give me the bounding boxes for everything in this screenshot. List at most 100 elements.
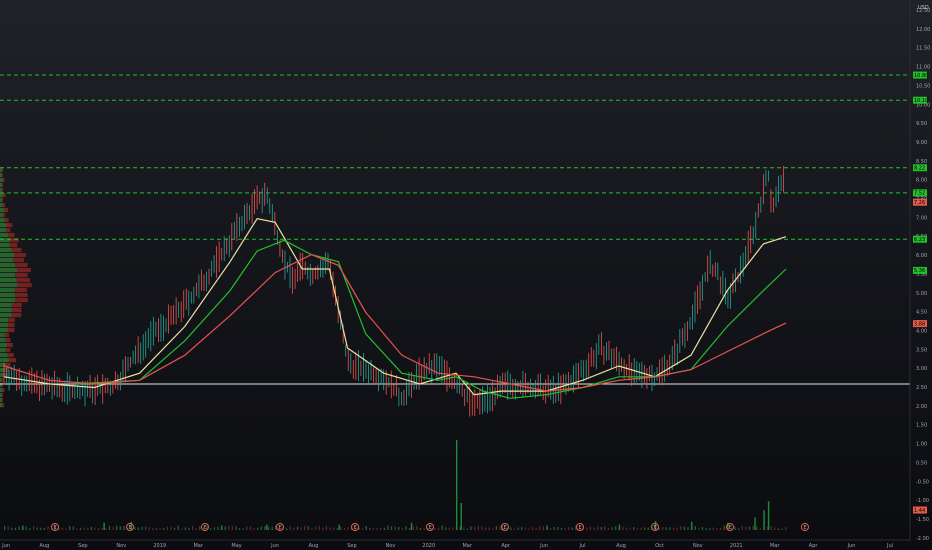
volume-bar (79, 527, 82, 530)
volume-bar (289, 526, 291, 530)
volume-bar (597, 526, 599, 530)
volume-profile-bar (9, 243, 18, 248)
volume-bar (510, 527, 512, 530)
volume-bar (199, 526, 201, 530)
volume-spike (691, 521, 693, 530)
currency-label: USD (918, 5, 929, 11)
volume-profile-bar (0, 313, 12, 318)
volume-bar (774, 527, 776, 530)
volume-bar (296, 526, 299, 530)
x-tick-label: Jun (539, 543, 548, 549)
x-tick-label: Jun (847, 543, 856, 549)
volume-bar (217, 526, 219, 530)
volume-profile-bar (15, 273, 28, 278)
volume-profile-bar (13, 258, 24, 263)
volume-bar (14, 527, 17, 530)
price-tag-text: 5.36 (914, 268, 925, 274)
x-tick-label: Sep (347, 543, 356, 549)
volume-profile-bar (0, 343, 8, 348)
volume-bar (752, 525, 754, 530)
volume-bar (116, 525, 118, 530)
volume-profile-bar (0, 198, 2, 203)
volume-bar (304, 526, 306, 530)
volume-bar (484, 527, 487, 530)
earnings-marker-label: E (354, 525, 357, 531)
y-tick-label: -0.50 (916, 479, 929, 485)
volume-profile-bar (8, 358, 17, 363)
earnings-marker-label: E (579, 525, 582, 531)
volume-bar (264, 526, 266, 530)
volume-bar (336, 528, 338, 530)
volume-bar (170, 526, 172, 530)
x-tick-label: Apr (809, 543, 819, 549)
volume-bar (622, 526, 624, 530)
volume-bar (531, 526, 534, 530)
earnings-marker-label: E (129, 525, 132, 531)
moving-average-line (76, 239, 787, 399)
volume-profile-bar (2, 403, 5, 408)
volume-profile-bar (0, 213, 3, 218)
volume-bar (528, 528, 530, 530)
volume-bar (701, 526, 704, 530)
volume-bar (300, 527, 302, 530)
chart-root: 12.50 12.00 11.50 11.00 10.50 10.00 9.50 9.00 8.… (0, 0, 932, 550)
volume-bar (333, 527, 335, 530)
volume-profile-bar (0, 178, 3, 183)
volume-spike (546, 525, 548, 530)
volume-profile-bar (1, 168, 3, 173)
volume-spike (456, 440, 458, 530)
volume-profile-bar (0, 248, 12, 253)
y-tick-label: 11.50 (916, 46, 930, 52)
volume-profile-bar (7, 328, 15, 333)
volume-profile-bar (0, 358, 9, 363)
volume-bar (492, 528, 494, 530)
volume-bar (785, 526, 787, 530)
x-tick-label: Nov (693, 543, 703, 549)
volume-bar (76, 528, 78, 530)
volume-bar (101, 527, 103, 530)
volume-bar (600, 526, 602, 530)
volume-profile-bar (0, 203, 3, 208)
volume-profile-bar (0, 258, 14, 263)
price-level-tag-text: 10.10 (914, 98, 928, 104)
volume-bar (738, 528, 740, 530)
volume-profile-bar (15, 298, 28, 303)
volume-bar (148, 526, 150, 530)
volume-bar (470, 526, 472, 530)
volume-bar (741, 526, 743, 530)
earnings-marker-label: E (804, 525, 807, 531)
volume-profile-bar (0, 238, 11, 243)
volume-bar (777, 528, 780, 530)
volume-bar (369, 528, 371, 530)
x-tick-label: Oct (655, 543, 664, 549)
volume-profile-bar (0, 173, 2, 178)
volume-bar (748, 526, 751, 530)
volume-bar (712, 527, 714, 530)
volume-profile-bar (0, 388, 3, 393)
volume-bar (499, 526, 501, 530)
volume-bar (647, 527, 649, 530)
volume-bar (452, 527, 454, 530)
volume-spike (763, 510, 765, 530)
price-chart[interactable]: 12.5012.0011.5011.0010.5010.009.509.008.… (0, 0, 932, 550)
volume-bar (662, 527, 664, 530)
y-tick-label: 2.00 (916, 404, 927, 410)
volume-profile-bar (11, 303, 22, 308)
y-tick-label: 6.00 (916, 253, 927, 259)
x-tick-label: Mar (193, 543, 203, 549)
volume-profile-bar (0, 318, 9, 323)
volume-bar (474, 526, 476, 530)
volume-bar (781, 528, 783, 530)
volume-spike (460, 503, 462, 530)
volume-profile-bar (6, 223, 13, 228)
volume-bar (477, 525, 479, 530)
volume-bar (394, 526, 396, 530)
volume-profile-bar (7, 343, 13, 348)
volume-bar (665, 527, 667, 530)
volume-bar (568, 527, 570, 530)
volume-profile-bar (2, 213, 6, 218)
earnings-marker-label: E (654, 525, 657, 531)
volume-bar (94, 527, 96, 530)
volume-bar (47, 526, 49, 530)
volume-bar (123, 526, 125, 530)
